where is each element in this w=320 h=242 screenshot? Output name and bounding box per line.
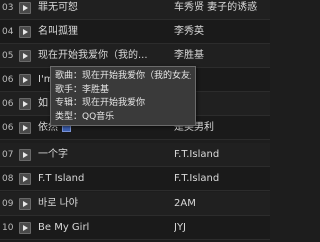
song-artist[interactable]: 2AM [174, 192, 268, 216]
song-artist[interactable]: 车秀贤 妻子的诱惑 [174, 0, 268, 20]
tooltip-album: 专辑：现在开始我爱你 [55, 98, 146, 108]
song-artist[interactable]: 李秀英 [174, 20, 268, 44]
song-info-tooltip: 歌曲：现在开始我爱你（我的女友是九尾狐 插曲） 歌手：李胜基 专辑：现在开始我爱… [50, 66, 196, 126]
song-row[interactable]: 10 Be My Girl JYJ [0, 216, 270, 240]
play-icon[interactable] [19, 74, 31, 86]
song-row[interactable]: 05 现在开始我爱你（我的... 李胜基 [0, 44, 270, 68]
track-number: 09 [2, 199, 14, 209]
song-title[interactable]: 名叫孤狸 [38, 20, 172, 44]
song-artist[interactable]: 李胜基 [174, 44, 268, 68]
song-title[interactable]: 一个字 [38, 143, 172, 167]
play-icon[interactable] [19, 50, 31, 62]
tooltip-song: 歌曲：现在开始我爱你（我的女友是九尾狐 插曲） [55, 71, 191, 81]
track-number: 03 [2, 3, 14, 13]
song-title[interactable]: 바로 나야 [38, 192, 172, 216]
track-number: 06 [2, 123, 14, 133]
track-number: 06 [2, 99, 14, 109]
tooltip-singer: 歌手：李胜基 [55, 84, 110, 95]
song-artist[interactable]: F.T.Island [174, 143, 268, 167]
play-icon[interactable] [19, 149, 31, 161]
song-row[interactable]: 07 一个字 F.T.Island [0, 143, 270, 167]
track-number: 04 [2, 27, 14, 37]
track-number: 10 [2, 223, 14, 233]
song-row[interactable]: 09 바로 나야 2AM [0, 192, 270, 216]
track-number: 08 [2, 174, 14, 184]
song-artist[interactable]: F.T.Island [174, 167, 268, 191]
song-row[interactable]: 08 F.T Island F.T.Island [0, 167, 270, 191]
track-number: 07 [2, 150, 14, 160]
song-title[interactable]: 现在开始我爱你（我的... [38, 44, 172, 68]
song-title[interactable]: Be My Girl [38, 216, 172, 240]
play-icon[interactable] [19, 98, 31, 110]
song-artist[interactable]: JYJ [174, 216, 268, 240]
song-title[interactable]: 罪无可恕 [38, 0, 172, 20]
song-title[interactable]: F.T Island [38, 167, 172, 191]
song-row[interactable]: 04 名叫孤狸 李秀英 [0, 20, 270, 44]
play-icon[interactable] [19, 198, 31, 210]
play-icon[interactable] [19, 173, 31, 185]
play-icon[interactable] [19, 26, 31, 38]
song-row[interactable]: 03 罪无可恕 车秀贤 妻子的诱惑 [0, 0, 270, 20]
track-number: 06 [2, 75, 14, 85]
tooltip-type: 类型：QQ音乐 [55, 111, 115, 122]
play-icon[interactable] [19, 122, 31, 134]
track-number: 05 [2, 51, 14, 61]
play-icon[interactable] [19, 222, 31, 234]
play-icon[interactable] [19, 2, 31, 14]
